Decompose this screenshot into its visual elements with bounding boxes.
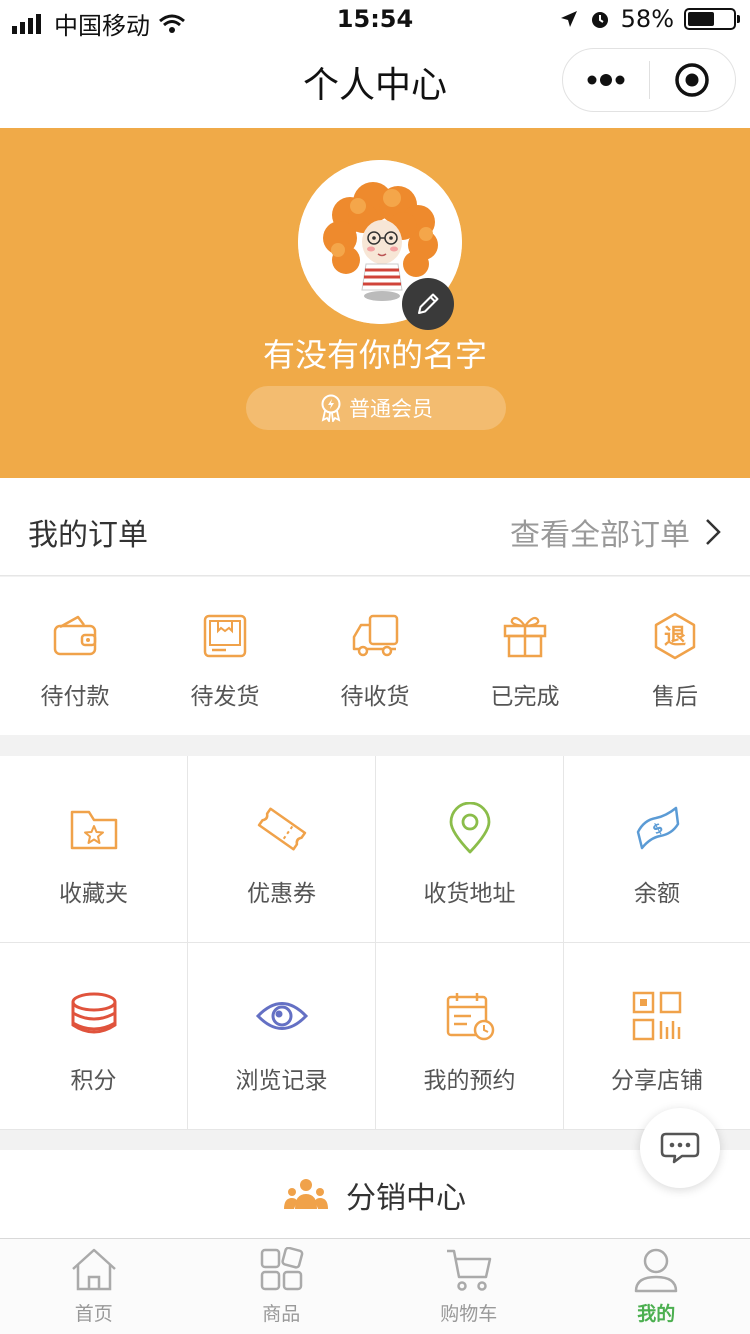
order-status-label: 待收货 <box>340 684 410 710</box>
tab-label: 购物车 <box>440 1303 498 1325</box>
service-address[interactable]: 收货地址 <box>376 756 564 943</box>
order-status-row: 待付款 待发货 待收货 已完成 退 售后 <box>0 577 750 735</box>
order-to-receive[interactable]: 待收货 <box>300 577 450 735</box>
target-circle-icon <box>675 63 709 97</box>
balance-icon: $ <box>636 806 680 850</box>
service-appointments[interactable]: 我的预约 <box>376 943 564 1130</box>
location-arrow-icon <box>560 11 577 27</box>
member-level-badge[interactable]: 普通会员 <box>246 386 506 430</box>
refund-glyph: 退 <box>664 625 686 650</box>
order-to-ship[interactable]: 待发货 <box>150 577 300 735</box>
order-status-label: 售后 <box>652 684 698 710</box>
distribution-label: 分销中心 <box>346 1181 466 1216</box>
cart-icon <box>446 1249 491 1291</box>
service-label: 余额 <box>634 881 680 907</box>
customer-service-button[interactable] <box>640 1108 720 1188</box>
more-dots-icon <box>587 74 625 86</box>
close-button[interactable] <box>650 49 736 111</box>
tab-bar: 首页 商品 购物车 我的 <box>0 1238 750 1334</box>
order-status-label: 待付款 <box>40 684 110 710</box>
refund-icon: 退 <box>654 612 696 660</box>
service-label: 分享店铺 <box>611 1068 703 1094</box>
alarm-icon <box>591 12 608 28</box>
service-coupons[interactable]: 优惠券 <box>188 756 376 943</box>
battery-icon <box>684 8 740 30</box>
location-pin-icon <box>449 802 490 854</box>
service-favorites[interactable]: 收藏夹 <box>0 756 188 943</box>
order-status-label: 已完成 <box>490 684 560 710</box>
order-completed[interactable]: 已完成 <box>450 577 600 735</box>
services-grid: 收藏夹 优惠券 收货地址 $ 余额 积分 浏览记录 我的预约 分享店铺 <box>0 756 750 1130</box>
pencil-icon <box>418 293 439 314</box>
profile-banner: 有没有你的名字 普通会员 <box>0 128 750 478</box>
favorites-folder-icon <box>70 810 117 850</box>
grid-icon <box>261 1247 304 1291</box>
mini-program-capsule <box>562 48 736 112</box>
gift-icon <box>503 616 547 658</box>
service-label: 浏览记录 <box>235 1068 328 1094</box>
team-icon <box>284 1179 328 1209</box>
service-label: 收货地址 <box>423 881 516 907</box>
points-coins-icon <box>71 992 116 1034</box>
tab-label: 我的 <box>637 1303 676 1325</box>
more-button[interactable] <box>563 49 649 111</box>
tab-cart[interactable]: 购物车 <box>375 1239 563 1334</box>
tab-mine[interactable]: 我的 <box>563 1239 750 1334</box>
service-label: 收藏夹 <box>59 881 128 907</box>
service-history[interactable]: 浏览记录 <box>188 943 376 1130</box>
distribution-center-entry[interactable]: 分销中心 <box>0 1150 750 1240</box>
service-balance[interactable]: $ 余额 <box>564 756 750 943</box>
tab-home[interactable]: 首页 <box>0 1239 188 1334</box>
service-points[interactable]: 积分 <box>0 943 188 1130</box>
service-label: 我的预约 <box>423 1068 516 1094</box>
username: 有没有你的名字 <box>262 336 487 374</box>
tab-label: 首页 <box>74 1303 113 1325</box>
service-share-shop[interactable]: 分享店铺 <box>564 943 750 1130</box>
order-after-sale[interactable]: 退 售后 <box>600 577 750 735</box>
wallet-icon <box>53 615 97 656</box>
chat-bubble-icon <box>660 1132 700 1164</box>
service-label: 积分 <box>70 1068 117 1094</box>
order-pending-payment[interactable]: 待付款 <box>0 577 150 735</box>
order-status-label: 待发货 <box>190 684 260 710</box>
nav-bar: 个人中心 <box>0 40 750 128</box>
eye-icon <box>255 1002 308 1030</box>
service-label: 优惠券 <box>247 881 316 907</box>
view-all-orders-label: 查看全部订单 <box>510 518 690 553</box>
orders-header: 我的订单 查看全部订单 <box>0 478 750 576</box>
battery-level-fill <box>688 12 714 26</box>
edit-avatar-button[interactable] <box>402 278 454 330</box>
view-all-orders-link[interactable]: 查看全部订单 <box>510 510 722 554</box>
battery-percent: 58% <box>620 5 674 33</box>
tab-label: 商品 <box>262 1303 301 1325</box>
orders-title: 我的订单 <box>28 518 148 553</box>
qr-code-icon <box>632 991 682 1041</box>
user-icon <box>635 1248 678 1293</box>
package-icon <box>203 614 247 658</box>
status-bar: 中国移动 15:54 58% <box>0 0 750 40</box>
chevron-right-icon <box>706 519 721 545</box>
tab-products[interactable]: 商品 <box>188 1239 376 1334</box>
medal-icon <box>321 394 341 422</box>
member-level-label: 普通会员 <box>349 397 433 421</box>
home-icon <box>71 1248 116 1291</box>
calendar-icon <box>446 993 494 1041</box>
coupon-icon <box>257 807 306 851</box>
truck-icon <box>352 614 399 657</box>
